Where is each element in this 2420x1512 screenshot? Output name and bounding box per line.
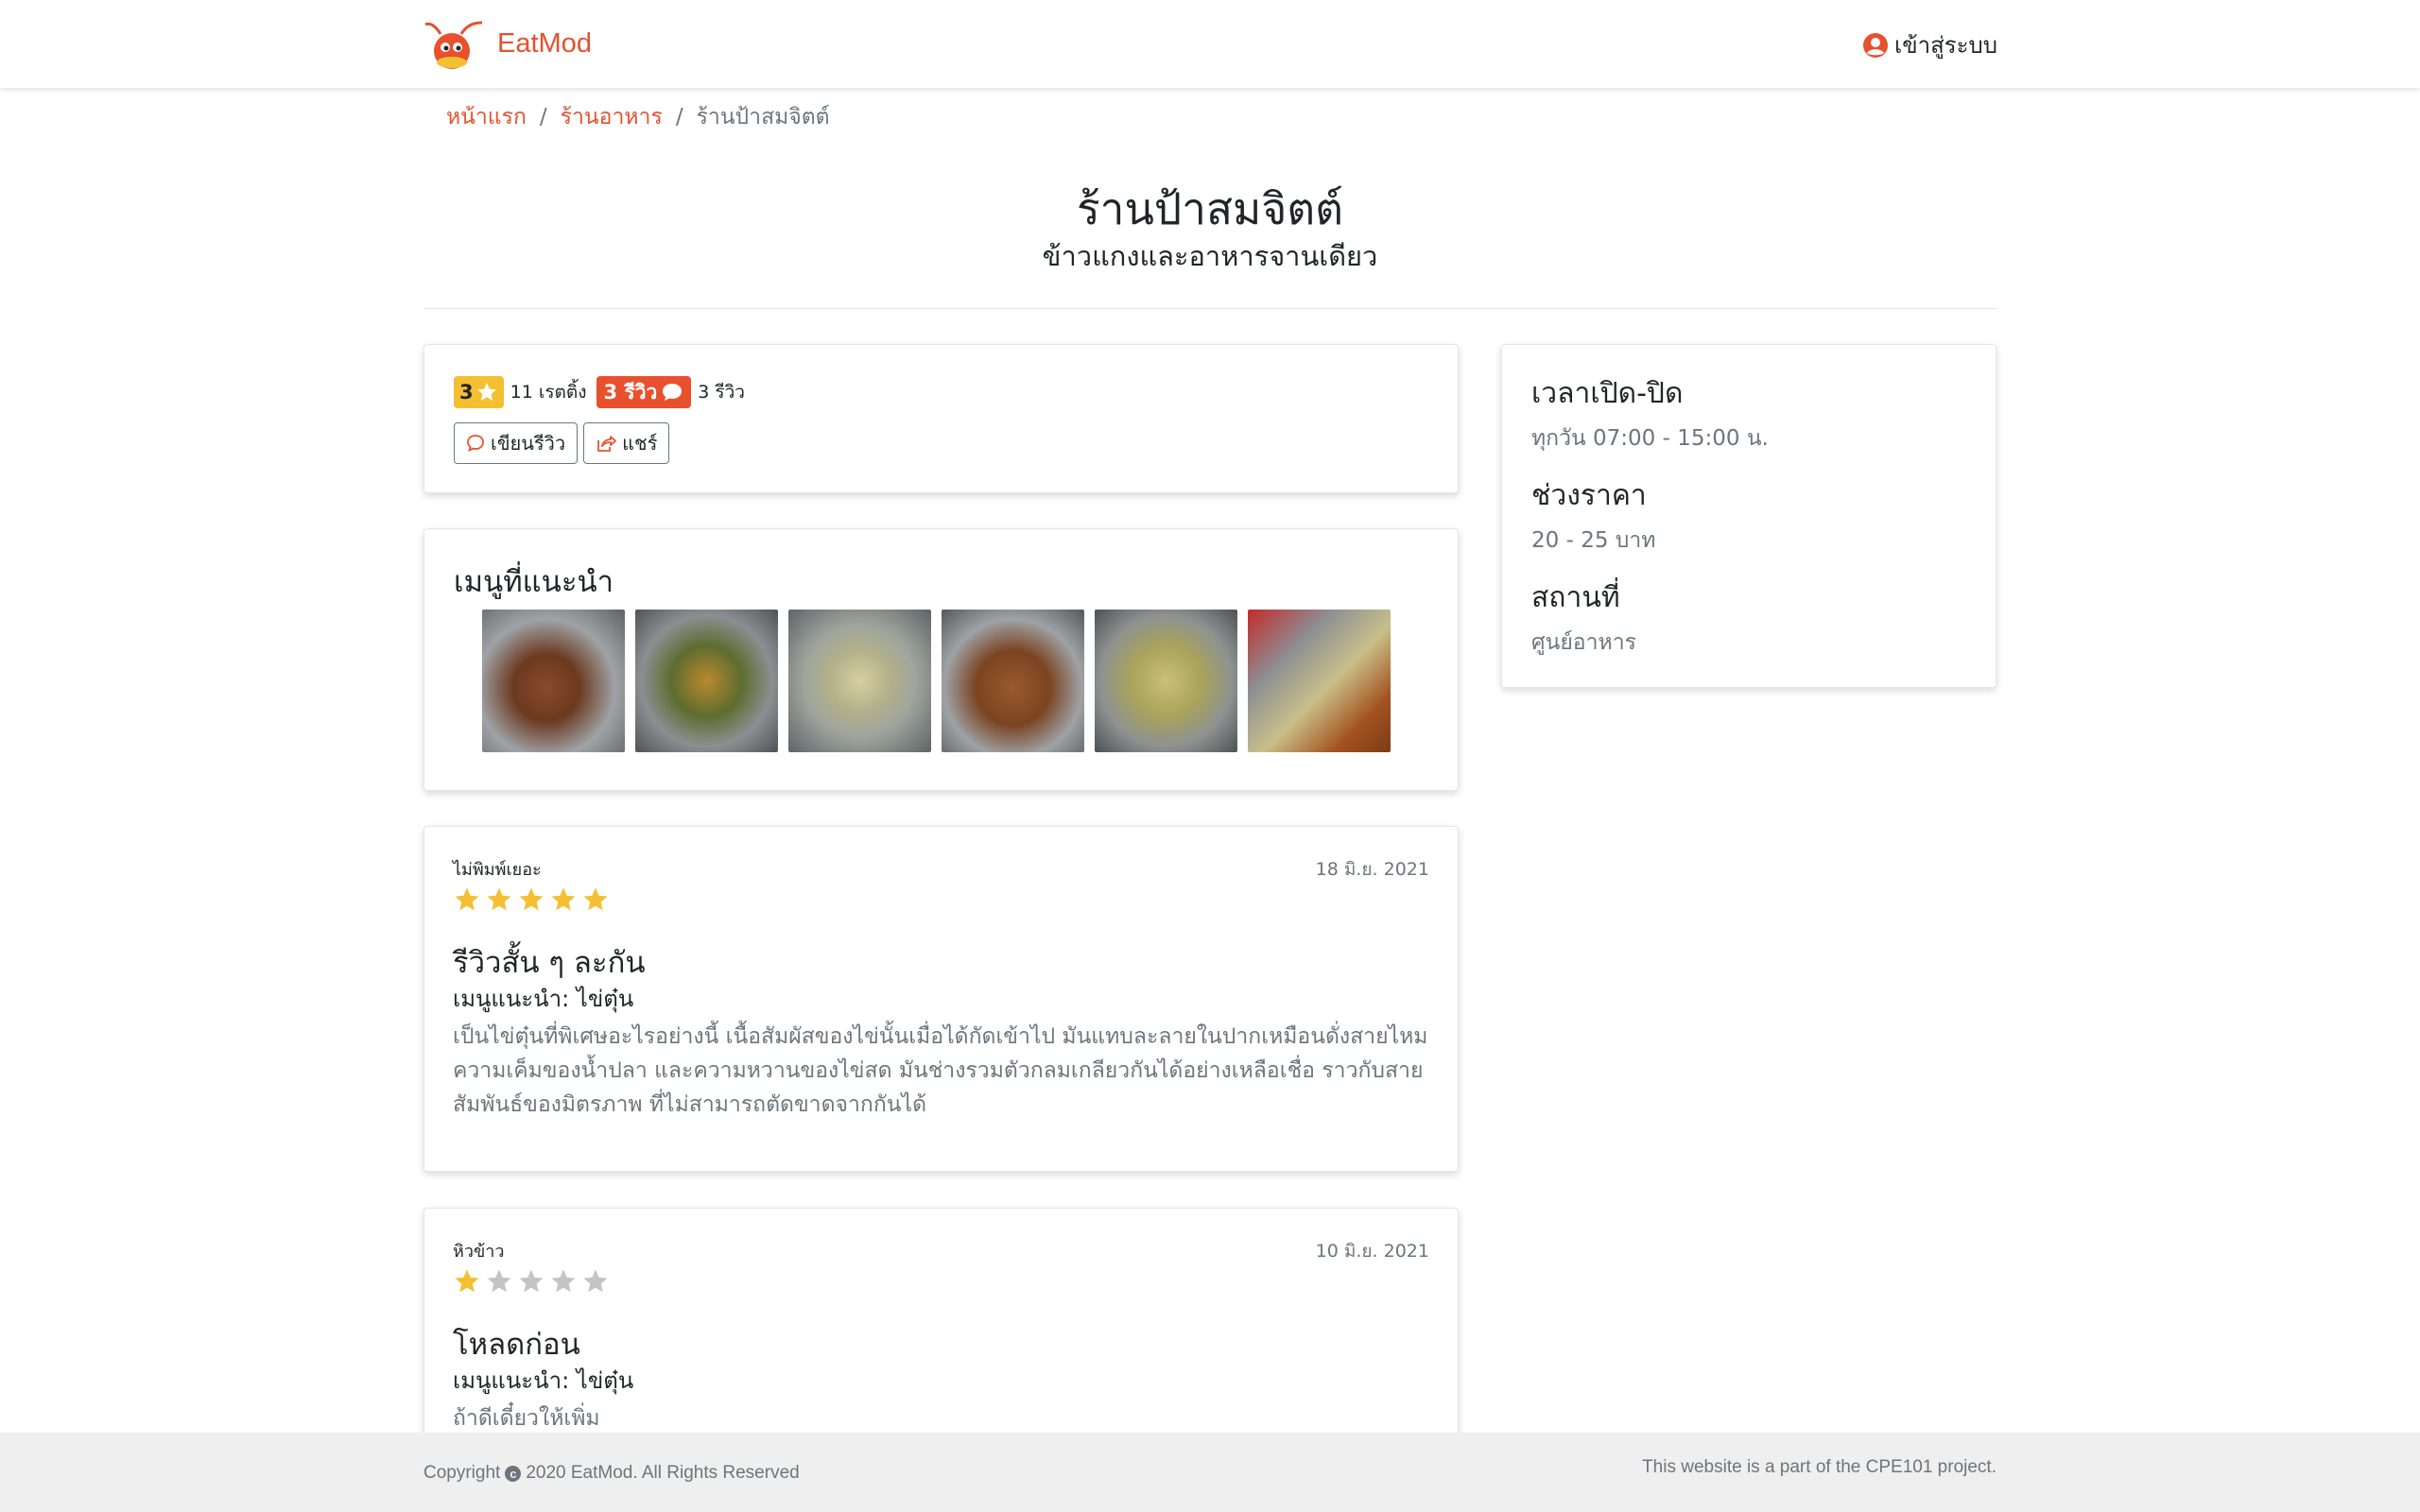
review-stars xyxy=(453,1267,614,1296)
breadcrumb-restaurants[interactable]: ร้านอาหาร xyxy=(561,100,663,134)
user-circle-icon xyxy=(1863,32,1888,58)
star-filled-icon xyxy=(455,1269,479,1293)
price-section: ช่วงราคา 20 - 25 บาท xyxy=(1531,473,1655,558)
copyright-icon: c xyxy=(505,1465,522,1482)
review-date: 10 มิ.ย. 2021 xyxy=(1315,1241,1429,1262)
breadcrumb-home[interactable]: หน้าแรก xyxy=(446,100,527,134)
review-recommended-menu: เมนูแนะนำ: ไข่ตุ๋น xyxy=(453,986,634,1012)
breadcrumb-current: ร้านป้าสมจิตต์ xyxy=(696,105,830,129)
star-filled-icon xyxy=(519,887,544,911)
menu-photo-fried-chicken[interactable] xyxy=(482,610,625,752)
menu-gallery xyxy=(482,610,1401,752)
location-value: ศูนย์อาหาร xyxy=(1531,630,1636,655)
copyright: Copyright c 2020 EatMod. All Rights Rese… xyxy=(424,1463,800,1484)
location-section: สถานที่ ศูนย์อาหาร xyxy=(1531,576,1636,660)
share-icon xyxy=(597,436,617,452)
breadcrumb-separator: / xyxy=(539,105,547,129)
star-icon xyxy=(476,383,496,401)
chat-bubble-icon xyxy=(663,384,683,401)
review-card: หิวข้าว 10 มิ.ย. 2021 โหลดก่อน เมนูแนะนำ… xyxy=(424,1208,1459,1453)
star-empty-icon xyxy=(487,1269,511,1293)
rating-count: 11 เรตติ้ง xyxy=(510,382,587,403)
write-review-label: เขียนรีวิว xyxy=(491,432,566,455)
brand-link[interactable]: EatMod xyxy=(424,17,592,70)
breadcrumb-separator: / xyxy=(675,105,683,129)
chat-icon xyxy=(467,435,484,453)
rating-score-badge: 3 xyxy=(454,376,504,408)
review-author: ไม่พิมพ์เยอะ xyxy=(453,860,542,880)
shop-category: ข้าวแกงและอาหารจานเดียว xyxy=(1042,240,1378,272)
menu-photo-green-curry[interactable] xyxy=(1095,610,1237,752)
login-label: เข้าสู่ระบบ xyxy=(1894,32,1997,59)
star-filled-icon xyxy=(455,887,479,911)
menu-photo-stir-fried-vegetables[interactable] xyxy=(635,610,778,752)
star-empty-icon xyxy=(519,1269,544,1293)
menu-photo-fried-chicken-2[interactable] xyxy=(942,610,1084,752)
rating-summary: 3 11 เรตติ้ง 3 รีวิว 3 รีวิว xyxy=(454,376,745,408)
star-filled-icon xyxy=(487,887,511,911)
review-date: 18 มิ.ย. 2021 xyxy=(1315,859,1429,880)
share-label: แชร์ xyxy=(622,432,658,455)
price-label: ช่วงราคา xyxy=(1531,479,1647,512)
review-body: เป็นไข่ตุ๋นที่พิเศษอะไรอย่างนี้ เนื้อสัม… xyxy=(453,1024,1428,1117)
location-label: สถานที่ xyxy=(1531,581,1620,614)
price-value: 20 - 25 บาท xyxy=(1531,528,1656,553)
hours-section: เวลาเปิด-ปิด ทุกวัน 07:00 - 15:00 น. xyxy=(1531,371,1769,455)
copyright-suffix: 2020 EatMod. All Rights Reserved xyxy=(526,1463,800,1483)
project-note: This website is a part of the CPE101 pro… xyxy=(1642,1457,1996,1477)
menu-photo-fish-curry[interactable] xyxy=(788,610,931,752)
star-empty-icon xyxy=(583,1269,608,1293)
ant-logo-icon xyxy=(424,21,483,69)
copyright-prefix: Copyright xyxy=(424,1463,501,1483)
rating-score: 3 xyxy=(459,381,474,404)
review-title: โหลดก่อน xyxy=(453,1328,580,1362)
review-count: 3 รีวิว xyxy=(698,382,745,403)
login-link[interactable]: เข้าสู่ระบบ xyxy=(1862,26,1997,63)
menu-title: เมนูที่แนะนำ xyxy=(454,565,614,599)
menu-photo-curry-and-fried[interactable] xyxy=(1248,610,1391,752)
review-stars xyxy=(453,885,614,914)
divider xyxy=(424,308,1996,309)
review-author: หิวข้าว xyxy=(453,1242,505,1262)
hours-value: ทุกวัน 07:00 - 15:00 น. xyxy=(1531,426,1769,451)
top-navbar: EatMod เข้าสู่ระบบ xyxy=(0,0,2420,88)
shop-info-card: เวลาเปิด-ปิด ทุกวัน 07:00 - 15:00 น. ช่ว… xyxy=(1501,344,1996,688)
review-count-badge: 3 รีวิว xyxy=(596,376,692,408)
breadcrumb: หน้าแรก / ร้านอาหาร / ร้านป้าสมจิตต์ xyxy=(446,100,830,134)
star-filled-icon xyxy=(551,887,576,911)
share-button[interactable]: แชร์ xyxy=(583,422,670,464)
review-body: ถ้าดีเดี๋ยวให้เพิ่ม xyxy=(453,1406,600,1431)
review-title: รีวิวสั้น ๆ ละกัน xyxy=(453,946,646,980)
review-badge-label: 3 รีวิว xyxy=(603,380,658,404)
review-card: ไม่พิมพ์เยอะ 18 มิ.ย. 2021 รีวิวสั้น ๆ ล… xyxy=(424,826,1459,1172)
review-recommended-menu: เมนูแนะนำ: ไข่ตุ๋น xyxy=(453,1367,634,1394)
footer: Copyright c 2020 EatMod. All Rights Rese… xyxy=(0,1433,2420,1512)
recommended-menu-card: เมนูที่แนะนำ xyxy=(424,528,1459,791)
hours-label: เวลาเปิด-ปิด xyxy=(1531,377,1684,410)
star-empty-icon xyxy=(551,1269,576,1293)
rating-card: 3 11 เรตติ้ง 3 รีวิว 3 รีวิว เขียนรีวิว xyxy=(424,344,1459,493)
star-filled-icon xyxy=(583,887,608,911)
brand-name: EatMod xyxy=(497,27,592,59)
action-buttons: เขียนรีวิว แชร์ xyxy=(454,422,675,464)
write-review-button[interactable]: เขียนรีวิว xyxy=(454,422,579,464)
